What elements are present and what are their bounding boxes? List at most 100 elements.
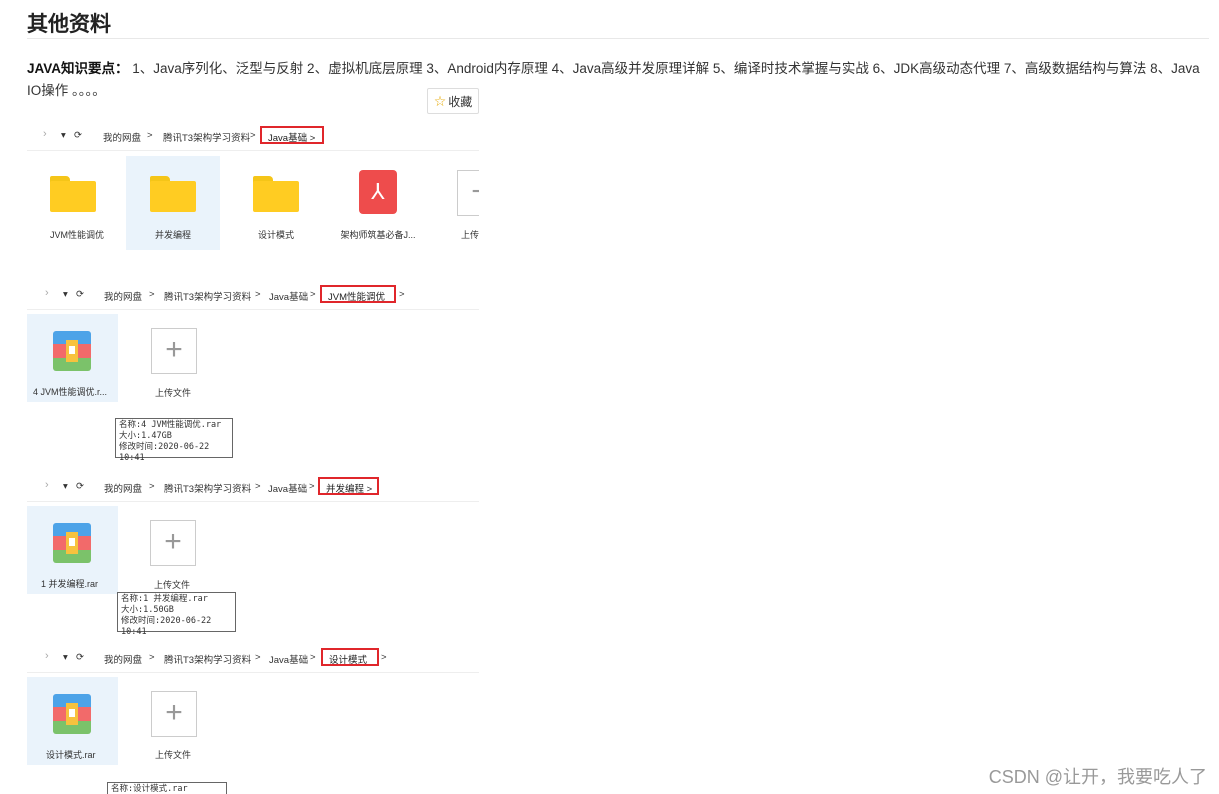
- title-divider: [27, 38, 1209, 39]
- breadcrumb-separator: >: [309, 481, 315, 492]
- pdf-tile[interactable]: ⅄ 架构师筑基必备J...: [331, 156, 425, 250]
- breadcrumb-separator: >: [149, 652, 155, 663]
- intro-paragraph: JAVA知识要点： 1、Java序列化、泛型与反射 2、虚拟机底层原理 3、An…: [27, 58, 1207, 102]
- breadcrumb-separator: >: [255, 289, 261, 300]
- pdf-icon: ⅄: [359, 170, 397, 214]
- star-icon: ☆: [433, 92, 447, 109]
- file-tooltip: 名称:设计模式.rar: [107, 782, 227, 794]
- breadcrumb-current: 设计模式: [329, 655, 368, 666]
- breadcrumb-item[interactable]: Java基础: [269, 289, 308, 303]
- tooltip-name: 名称:1 并发编程.rar: [121, 594, 208, 604]
- screenshot-java-basics: › ▾ ⟳ 我的网盘 > 腾讯T3架构学习资料 > Java基础 > JVM性能…: [27, 122, 479, 280]
- dropdown-icon[interactable]: ▾: [63, 481, 68, 492]
- refresh-icon[interactable]: ⟳: [74, 130, 82, 141]
- file-name: 1 并发编程.rar: [41, 579, 99, 589]
- breadcrumb-separator: >: [255, 652, 261, 663]
- breadcrumb-item[interactable]: Java基础: [268, 481, 307, 495]
- tooltip-name: 名称:设计模式.rar: [111, 784, 188, 794]
- folder-icon: [253, 176, 299, 212]
- dropdown-icon[interactable]: ▾: [63, 652, 68, 663]
- breadcrumb-separator: >: [255, 481, 261, 492]
- breadcrumb-item[interactable]: 我的网盘: [104, 652, 142, 666]
- folder-icon: [150, 176, 196, 212]
- breadcrumb-item[interactable]: 我的网盘: [104, 481, 142, 495]
- rar-archive-icon: [53, 523, 91, 563]
- breadcrumb-item[interactable]: 腾讯T3架构学习资料: [163, 130, 250, 144]
- refresh-icon[interactable]: ⟳: [76, 652, 84, 663]
- favorite-button[interactable]: ☆ 收藏: [427, 88, 479, 114]
- upload-icon[interactable]: +: [151, 328, 197, 374]
- screenshot-jvm-tuning: ‹ › ▾ ⟳ 我的网盘 > 腾讯T3架构学习资料 > Java基础 > JVM…: [27, 281, 479, 471]
- upload-icon: −: [457, 170, 479, 216]
- highlighted-breadcrumb[interactable]: 设计模式: [321, 648, 379, 666]
- forward-icon[interactable]: ›: [45, 650, 49, 662]
- upload-label: 上传文件: [154, 580, 191, 590]
- highlighted-breadcrumb[interactable]: 并发编程 >: [318, 477, 379, 495]
- tile-label: 架构师筑基必备J...: [340, 230, 416, 240]
- upload-icon[interactable]: +: [151, 691, 197, 737]
- csdn-watermark: CSDN @让开，我要吃人了: [988, 767, 1207, 787]
- tile-label: 并发编程: [154, 230, 191, 240]
- tooltip-modified: 修改时间:2020-06-22 10:41: [121, 616, 212, 637]
- breadcrumb-current: 并发编程: [326, 484, 365, 495]
- tile-label: 上传: [461, 230, 479, 240]
- upload-label: 上传文件: [155, 388, 192, 398]
- highlighted-breadcrumb[interactable]: Java基础 >: [260, 126, 324, 144]
- breadcrumb-current: Java基础: [268, 133, 308, 144]
- breadcrumb-separator: >: [149, 289, 155, 300]
- folder-tile[interactable]: 并发编程: [126, 156, 220, 250]
- breadcrumb-bar: ‹ › ▾ ⟳ 我的网盘 > 腾讯T3架构学习资料 > Java基础 > JVM…: [27, 281, 479, 310]
- upload-icon[interactable]: +: [150, 520, 196, 566]
- file-tile[interactable]: 设计模式.rar: [27, 677, 118, 765]
- screenshot-design-patterns: ‹ › ▾ ⟳ 我的网盘 > 腾讯T3架构学习资料 > Java基础 > 设计模…: [27, 644, 479, 794]
- intro-label: JAVA知识要点：: [27, 61, 129, 76]
- file-tile[interactable]: 1 并发编程.rar: [27, 506, 118, 594]
- tile-label: 设计模式: [257, 230, 294, 240]
- breadcrumb-bar: › ▾ ⟳ 我的网盘 > 腾讯T3架构学习资料 > Java基础 >: [27, 122, 479, 151]
- breadcrumb-item[interactable]: 腾讯T3架构学习资料: [164, 481, 251, 495]
- breadcrumb-separator: >: [147, 130, 153, 141]
- refresh-icon[interactable]: ⟳: [76, 481, 84, 492]
- forward-icon[interactable]: ›: [45, 287, 49, 299]
- breadcrumb-separator: >: [149, 481, 155, 492]
- breadcrumb-current: JVM性能调优: [328, 292, 386, 303]
- breadcrumb-item[interactable]: 我的网盘: [104, 289, 142, 303]
- upload-tile[interactable]: − 上传: [437, 156, 479, 250]
- page-title: 其他资料: [27, 13, 111, 36]
- intro-text: 1、Java序列化、泛型与反射 2、虚拟机底层原理 3、Android内存原理 …: [27, 61, 1200, 98]
- breadcrumb-item[interactable]: 腾讯T3架构学习资料: [164, 652, 251, 666]
- breadcrumb-separator: >: [381, 652, 387, 663]
- refresh-icon[interactable]: ⟳: [76, 289, 84, 300]
- dropdown-icon[interactable]: ▾: [63, 289, 68, 300]
- forward-icon[interactable]: ›: [45, 479, 49, 491]
- file-name: 设计模式.rar: [46, 750, 96, 760]
- highlighted-breadcrumb[interactable]: JVM性能调优: [320, 285, 396, 303]
- file-tile[interactable]: 4 JVM性能调优.r...: [27, 314, 118, 402]
- tooltip-modified: 修改时间:2020-06-22 10:41: [119, 442, 210, 463]
- file-name: 4 JVM性能调优.r...: [33, 387, 108, 397]
- favorite-label: 收藏: [448, 94, 473, 109]
- tooltip-size: 大小:1.47GB: [119, 431, 172, 441]
- dropdown-icon[interactable]: ▾: [61, 130, 66, 141]
- breadcrumb-separator: >: [250, 130, 256, 141]
- breadcrumb-bar: ‹ › ▾ ⟳ 我的网盘 > 腾讯T3架构学习资料 > Java基础 > 并发编…: [27, 473, 479, 502]
- folder-icon: [50, 176, 96, 212]
- screenshot-concurrency: ‹ › ▾ ⟳ 我的网盘 > 腾讯T3架构学习资料 > Java基础 > 并发编…: [27, 473, 479, 645]
- file-tooltip: 名称:4 JVM性能调优.rar 大小:1.47GB 修改时间:2020-06-…: [115, 418, 233, 463]
- folder-tile[interactable]: JVM性能调优: [30, 156, 124, 250]
- rar-archive-icon: [53, 331, 91, 371]
- breadcrumb-separator: >: [310, 289, 316, 300]
- upload-label: 上传文件: [155, 750, 192, 760]
- tile-label: JVM性能调优: [49, 230, 104, 240]
- folder-tile[interactable]: 设计模式: [229, 156, 323, 250]
- breadcrumb-item[interactable]: 腾讯T3架构学习资料: [164, 289, 251, 303]
- breadcrumb-separator: >: [399, 289, 405, 300]
- tooltip-size: 大小:1.50GB: [121, 605, 174, 615]
- breadcrumb-separator: >: [310, 652, 316, 663]
- file-tooltip: 名称:1 并发编程.rar 大小:1.50GB 修改时间:2020-06-22 …: [117, 592, 236, 637]
- forward-icon[interactable]: ›: [43, 128, 47, 140]
- breadcrumb-item[interactable]: 我的网盘: [103, 130, 141, 144]
- breadcrumb-item[interactable]: Java基础: [269, 652, 308, 666]
- breadcrumb-bar: ‹ › ▾ ⟳ 我的网盘 > 腾讯T3架构学习资料 > Java基础 > 设计模…: [27, 644, 479, 673]
- tooltip-name: 名称:4 JVM性能调优.rar: [119, 420, 222, 430]
